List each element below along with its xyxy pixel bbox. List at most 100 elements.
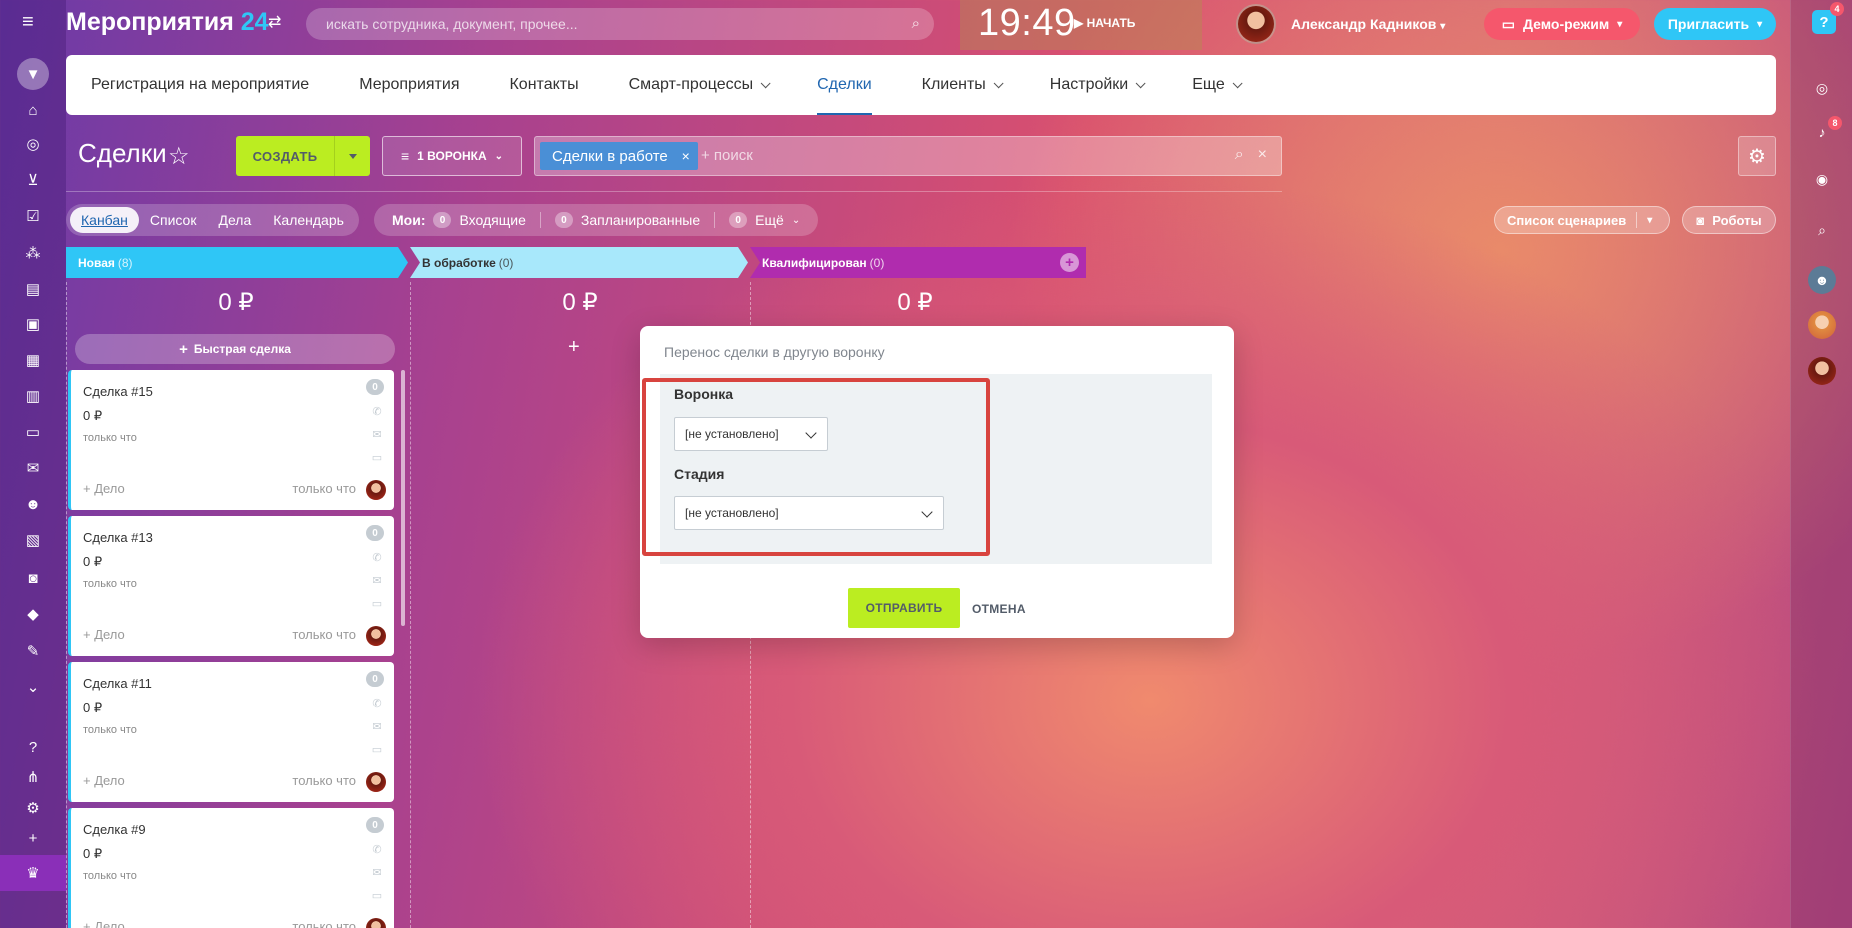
incoming-filter[interactable]: Входящие	[459, 212, 525, 228]
add-plus-icon[interactable]: +	[20, 825, 46, 851]
view-tab-list[interactable]: Список	[139, 207, 208, 233]
chat-icon[interactable]: ▣	[20, 311, 46, 337]
nav-contacts[interactable]: Контакты	[484, 55, 603, 115]
search-sidebar-icon[interactable]: ⌕	[1808, 216, 1836, 244]
nav-deals[interactable]: Сделки	[792, 55, 897, 115]
cart-icon[interactable]: ⊻	[20, 167, 46, 193]
cancel-button[interactable]: ОТМЕНА	[972, 602, 1026, 616]
home-icon[interactable]: ⌂	[20, 97, 46, 123]
more-filter[interactable]: Ещё	[755, 212, 784, 228]
deal-name[interactable]: Сделка #13	[83, 530, 153, 545]
phone-icon[interactable]: ✆	[370, 843, 384, 856]
deal-name[interactable]: Сделка #15	[83, 384, 153, 399]
clear-icon[interactable]: ×	[1258, 146, 1267, 164]
add-task-link[interactable]: + Дело	[83, 919, 125, 928]
send-button[interactable]: ОТПРАВИТЬ	[848, 588, 960, 628]
start-workday-button[interactable]: ▶ НАЧАТЬ	[1074, 16, 1135, 30]
avatar[interactable]	[1808, 357, 1836, 385]
filter-funnel-icon[interactable]: ▼	[17, 58, 49, 90]
view-tab-calendar[interactable]: Календарь	[262, 207, 355, 233]
mail-icon[interactable]: ✉	[370, 720, 384, 733]
inbox-icon[interactable]: ▭	[20, 419, 46, 445]
mail-icon[interactable]: ✉	[370, 574, 384, 587]
column-scrollbar[interactable]	[401, 370, 405, 626]
scenarios-list-button[interactable]: Список сценариев ▾	[1494, 206, 1670, 234]
add-task-link[interactable]: + Дело	[83, 481, 125, 496]
help-circle-icon[interactable]: ?	[20, 734, 46, 760]
search-icon[interactable]: ⌕	[912, 15, 920, 32]
chat-bubble-icon[interactable]: ◉	[1808, 165, 1836, 193]
column-header-processing[interactable]: В обработке (0)	[410, 247, 730, 278]
user-menu[interactable]: Александр Кадников ▾	[1291, 16, 1445, 32]
avatar[interactable]	[366, 480, 386, 500]
chat-icon[interactable]: ▭	[370, 451, 384, 464]
nav-smart-processes[interactable]: Смарт-процессы	[604, 55, 793, 115]
add-task-link[interactable]: + Дело	[83, 773, 125, 788]
invite-button[interactable]: Пригласить ▾	[1654, 8, 1776, 40]
view-tab-tasks[interactable]: Дела	[207, 207, 262, 233]
remove-filter-icon[interactable]: ×	[682, 148, 690, 164]
funnel-selector[interactable]: ≡ 1 ВОРОНКА ⌄	[382, 136, 522, 176]
task-check-icon[interactable]: ☑	[20, 203, 46, 229]
add-task-link[interactable]: + Дело	[83, 627, 125, 642]
deal-name[interactable]: Сделка #11	[83, 676, 152, 691]
avatar[interactable]	[1808, 311, 1836, 339]
view-tab-kanban[interactable]: Канбан	[70, 207, 139, 233]
box-icon[interactable]: ◆	[20, 601, 46, 627]
deal-name[interactable]: Сделка #9	[83, 822, 146, 837]
menu-icon[interactable]: ≡	[22, 12, 42, 32]
network-icon[interactable]: ⁂	[20, 240, 46, 266]
user-avatar[interactable]	[1236, 4, 1276, 44]
create-button[interactable]: СОЗДАТЬ	[236, 136, 370, 176]
settings-gear-icon[interactable]: ⚙	[20, 795, 46, 821]
sign-icon[interactable]: ✎	[20, 638, 46, 664]
nav-clients[interactable]: Клиенты	[897, 55, 1025, 115]
chat-icon[interactable]: ▭	[370, 743, 384, 756]
sitemap-icon[interactable]: ⋔	[20, 764, 46, 790]
add-deal-plus-icon[interactable]: +	[568, 336, 580, 359]
demo-mode-button[interactable]: ▭ Демо-режим ▾	[1484, 8, 1640, 40]
avatar[interactable]	[366, 918, 386, 928]
avatar[interactable]	[366, 626, 386, 646]
calendar-icon[interactable]: ▦	[20, 347, 46, 373]
global-search[interactable]: ⌕	[306, 8, 934, 40]
deal-card[interactable]: Сделка #13 0 ₽ только что 0 ✆ ✉ ▭ + Дело…	[68, 516, 394, 656]
crown-icon[interactable]: ♛	[20, 860, 46, 886]
phone-icon[interactable]: ✆	[370, 405, 384, 418]
file-icon[interactable]: ▥	[20, 383, 46, 409]
column-header-qualified[interactable]: Квалифицирован (0)	[750, 247, 1080, 278]
deal-card[interactable]: Сделка #9 0 ₽ только что 0 ✆ ✉ ▭ + Дело …	[68, 808, 394, 928]
id-card-icon[interactable]: ▧	[20, 527, 46, 553]
document-icon[interactable]: ▤	[20, 276, 46, 302]
nav-events[interactable]: Мероприятия	[334, 55, 484, 115]
nav-registration[interactable]: Регистрация на мероприятие	[91, 55, 334, 115]
copilot-icon[interactable]: ◎	[1808, 74, 1836, 102]
switch-arrows-icon[interactable]: ⇄	[268, 12, 281, 32]
nav-more[interactable]: Еще	[1167, 55, 1264, 115]
contacts-group-icon[interactable]: ☻	[20, 491, 46, 517]
mail-icon[interactable]: ✉	[370, 428, 384, 441]
chat-icon[interactable]: ▭	[370, 597, 384, 610]
create-dropdown-toggle[interactable]	[335, 153, 370, 159]
mail-icon[interactable]: ✉	[370, 866, 384, 879]
robot-icon[interactable]: ◙	[20, 565, 46, 591]
filter-search-box[interactable]: Сделки в работе × + поиск ⌕ ×	[534, 136, 1282, 176]
target-icon[interactable]: ◎	[20, 131, 46, 157]
chat-icon[interactable]: ▭	[370, 889, 384, 902]
nav-settings[interactable]: Настройки	[1025, 55, 1167, 115]
search-input[interactable]	[306, 8, 934, 40]
caret-down-icon[interactable]: ▾	[1647, 215, 1652, 226]
add-column-button[interactable]: +	[1060, 253, 1079, 272]
search-icon[interactable]: ⌕	[1235, 146, 1244, 164]
phone-icon[interactable]: ✆	[370, 551, 384, 564]
star-icon[interactable]: ☆	[168, 142, 190, 171]
deal-card[interactable]: Сделка #11 0 ₽ только что 0 ✆ ✉ ▭ + Дело…	[68, 662, 394, 802]
mail-icon[interactable]: ✉	[20, 455, 46, 481]
group-chat-icon[interactable]: ☻	[1808, 266, 1836, 294]
quick-deal-button[interactable]: + Быстрая сделка	[75, 334, 395, 364]
filter-search-input[interactable]: + поиск	[701, 147, 753, 164]
phone-icon[interactable]: ✆	[370, 697, 384, 710]
avatar[interactable]	[366, 772, 386, 792]
settings-gear-button[interactable]: ⚙	[1738, 136, 1776, 176]
robots-button[interactable]: ◙ Роботы	[1682, 206, 1776, 234]
